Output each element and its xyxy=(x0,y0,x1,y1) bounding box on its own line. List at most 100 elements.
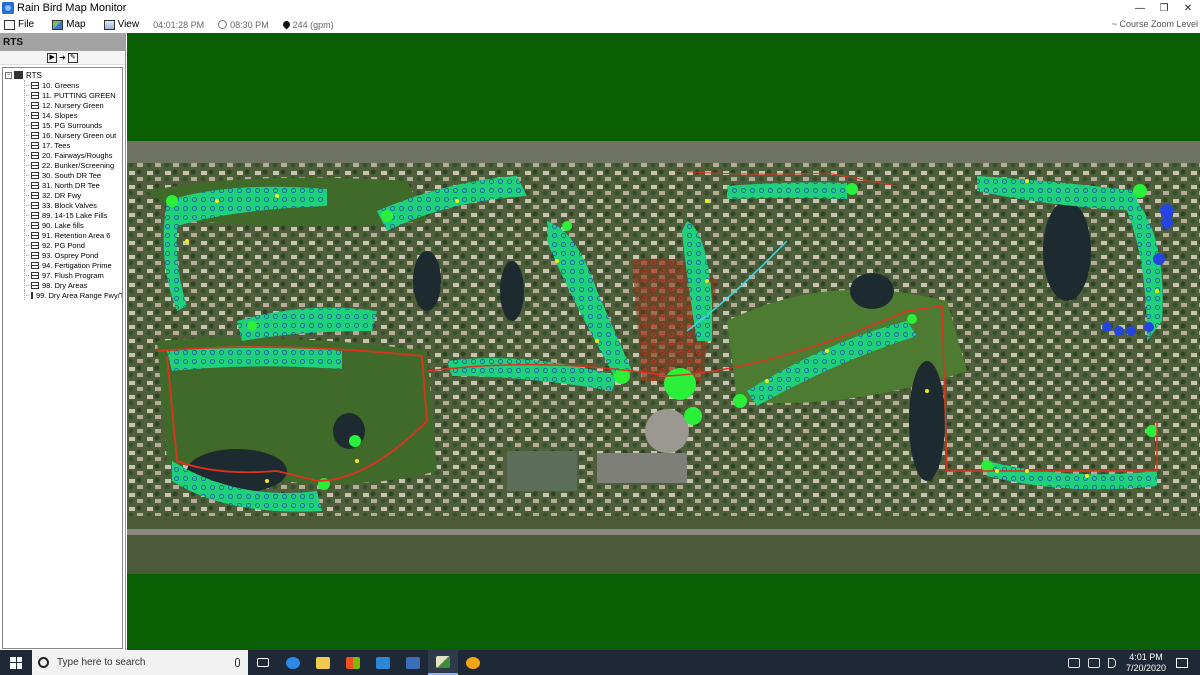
tree-item-program[interactable]: 93. Osprey Pond xyxy=(3,250,122,260)
edit-icon[interactable]: ✎ xyxy=(67,52,78,63)
course-aerial-map[interactable] xyxy=(127,141,1200,574)
folder-icon xyxy=(316,656,330,669)
tree-item-label: 94. Fertigation Prime xyxy=(42,260,112,270)
tree-item-label: 12. Nursery Green xyxy=(42,100,104,110)
tree-item-program[interactable]: 31. North DR Tee xyxy=(3,180,122,190)
program-icon xyxy=(31,101,39,109)
tree-item-program[interactable]: 20. Fairways/Roughs xyxy=(3,150,122,160)
tree-item-label: 89. 14-15 Lake Fills xyxy=(42,210,108,220)
rainbird-map-button[interactable] xyxy=(428,650,458,675)
lake xyxy=(500,261,524,321)
title-bar: Rain Bird Map Monitor — ❐ ✕ xyxy=(0,0,1200,16)
task-view-button[interactable] xyxy=(248,650,278,675)
file-explorer-button[interactable] xyxy=(308,650,338,675)
tree-item-program[interactable]: 33. Block Valves xyxy=(3,200,122,210)
start-button[interactable] xyxy=(0,650,32,675)
lake xyxy=(1043,201,1091,301)
tree-item-program[interactable]: 97. Flush Program xyxy=(3,270,122,280)
tree-item-program[interactable]: 92. PG Pond xyxy=(3,240,122,250)
app-button-2[interactable] xyxy=(458,650,488,675)
tree-item-program[interactable]: 17. Tees xyxy=(3,140,122,150)
app-button-1[interactable] xyxy=(398,650,428,675)
battery-icon[interactable] xyxy=(1067,657,1080,668)
tree-item-program[interactable]: 10. Greens xyxy=(3,80,122,90)
program-icon xyxy=(31,201,39,209)
menu-file[interactable]: File xyxy=(4,19,34,30)
window-title: Rain Bird Map Monitor xyxy=(17,2,127,14)
tree-item-program[interactable]: 22. Bunker/Screening xyxy=(3,160,122,170)
zoom-level-label: ~ Course Zoom Level xyxy=(1111,19,1198,29)
search-box[interactable]: Type here to search xyxy=(32,650,248,675)
tree-item-label: 30. South DR Tee xyxy=(42,170,102,180)
view-icon xyxy=(103,19,115,30)
windows-icon xyxy=(10,656,22,669)
map-icon xyxy=(436,655,450,668)
program-icon xyxy=(31,151,39,159)
flow-text: 244 (gpm) xyxy=(292,19,334,30)
tree-item-program[interactable]: 11. PUTTING GREEN xyxy=(3,90,122,100)
folder-icon xyxy=(4,19,15,30)
edge-button[interactable] xyxy=(278,650,308,675)
edge-icon xyxy=(286,656,300,669)
program-icon xyxy=(31,141,39,149)
program-icon xyxy=(31,271,39,279)
minimize-button[interactable]: — xyxy=(1128,0,1152,16)
tree-root[interactable]: − RTS xyxy=(3,70,122,80)
tree-item-label: 11. PUTTING GREEN xyxy=(42,90,116,100)
tree-item-program[interactable]: 15. PG Surrounds xyxy=(3,120,122,130)
tree-item-program[interactable]: 89. 14-15 Lake Fills xyxy=(3,210,122,220)
tree-item-program[interactable]: 30. South DR Tee xyxy=(3,170,122,180)
program-icon xyxy=(31,81,39,89)
program-icon xyxy=(31,231,39,239)
tree-item-program[interactable]: 98. Dry Areas xyxy=(3,280,122,290)
tree-item-program[interactable]: 99. Dry Area Range Fwy/T xyxy=(3,290,122,300)
program-icon xyxy=(31,161,39,169)
play-icon[interactable]: ▶ xyxy=(47,52,58,63)
notification-icon[interactable] xyxy=(1176,657,1188,668)
panel-toolbar: ▶ ➜ ✎ xyxy=(0,51,125,65)
lake xyxy=(413,251,441,311)
tree-item-label: 91. Retention Area 6 xyxy=(42,230,111,240)
collapse-icon[interactable]: − xyxy=(5,71,12,79)
close-button[interactable]: ✕ xyxy=(1176,0,1200,16)
tree-item-program[interactable]: 90. Lake fills xyxy=(3,220,122,230)
highway-north xyxy=(127,141,1200,163)
tree-item-program[interactable]: 91. Retention Area 6 xyxy=(3,230,122,240)
menu-map[interactable]: Map xyxy=(52,19,86,30)
program-icon xyxy=(31,241,39,249)
search-icon xyxy=(38,657,49,668)
menu-view[interactable]: View xyxy=(103,19,140,30)
warning-icon xyxy=(466,656,480,669)
program-icon xyxy=(31,291,33,299)
maximize-button[interactable]: ❐ xyxy=(1152,0,1176,16)
tree-item-program[interactable]: 14. Slopes xyxy=(3,110,122,120)
tree-item-program[interactable]: 94. Fertigation Prime xyxy=(3,260,122,270)
map-view[interactable] xyxy=(127,33,1200,650)
program-icon xyxy=(31,111,39,119)
water-drop-icon xyxy=(281,19,292,30)
panel-title: RTS xyxy=(0,33,125,51)
controller-icon xyxy=(14,71,23,79)
mail-button[interactable] xyxy=(368,650,398,675)
menu-map-label: Map xyxy=(66,19,86,30)
tree-item-program[interactable]: 12. Nursery Green xyxy=(3,100,122,110)
tree-item-label: 16. Nursery Green out xyxy=(42,130,117,140)
window-icon xyxy=(406,656,420,669)
menu-view-label: View xyxy=(117,19,140,30)
people-icon[interactable] xyxy=(1052,658,1060,668)
program-panel: RTS ▶ ➜ ✎ − RTS 10. Greens 11. PUTTING GR… xyxy=(0,33,126,650)
tree-item-label: 33. Block Valves xyxy=(42,200,97,210)
program-icon xyxy=(31,281,39,289)
tree-item-program[interactable]: 32. DR Fwy xyxy=(3,190,122,200)
tree-root-label: RTS xyxy=(26,70,42,80)
program-icon xyxy=(31,211,39,219)
program-icon xyxy=(31,251,39,259)
volume-icon[interactable] xyxy=(1107,657,1116,668)
clock-icon xyxy=(218,20,228,29)
tree-item-program[interactable]: 16. Nursery Green out xyxy=(3,130,122,140)
network-icon[interactable] xyxy=(1087,657,1100,668)
program-tree: − RTS 10. Greens 11. PUTTING GREEN 12. Nur… xyxy=(2,67,123,649)
microphone-icon[interactable] xyxy=(235,658,240,667)
store-button[interactable] xyxy=(338,650,368,675)
clock[interactable]: 4:01 PM 7/20/2020 xyxy=(1126,652,1166,674)
